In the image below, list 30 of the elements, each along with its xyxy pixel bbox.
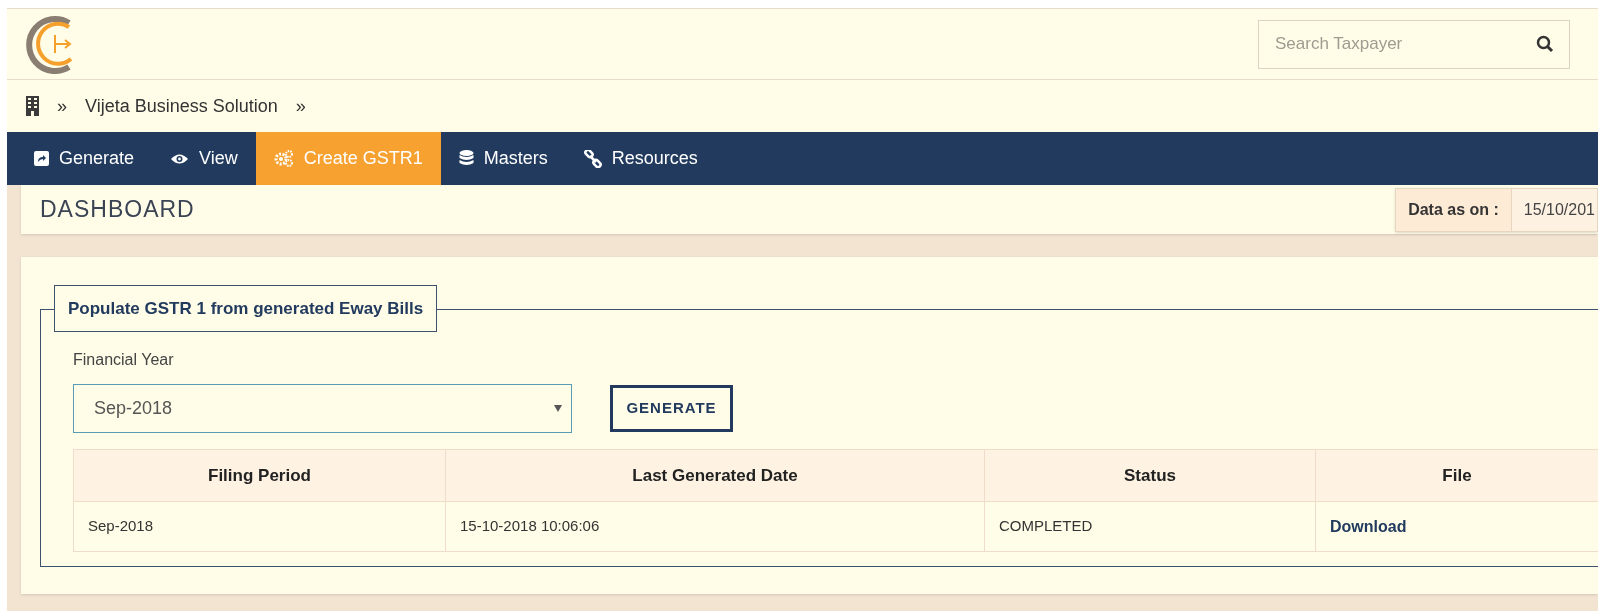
section-legend: Populate GSTR 1 from generated Eway Bills	[54, 285, 438, 332]
column-header: File	[1315, 449, 1598, 502]
data-as-on-label: Data as on :	[1407, 199, 1500, 220]
download-link[interactable]: Download	[1330, 517, 1407, 535]
breadcrumb-separator: »	[57, 94, 67, 118]
link-icon[interactable]	[583, 149, 602, 168]
nav-tab[interactable]: Resources	[565, 132, 716, 185]
column-header: Filing Period	[73, 449, 446, 502]
eye-icon[interactable]	[170, 152, 190, 165]
search-icon[interactable]	[1536, 34, 1554, 53]
field-label: Financial Year	[73, 350, 175, 370]
nav-tab[interactable]: View	[152, 132, 256, 185]
nav-tab[interactable]: Generate	[16, 132, 153, 185]
table-cell: COMPLETED	[984, 501, 1316, 552]
breadcrumb-separator: »	[295, 94, 306, 118]
data-as-on-value: 15/10/201	[1510, 188, 1597, 231]
database-icon[interactable]	[458, 149, 474, 168]
column-header: Status	[984, 449, 1316, 502]
building-icon[interactable]	[26, 96, 39, 116]
share-icon[interactable]	[34, 151, 49, 166]
search-field[interactable]: Search Taxpayer	[1258, 19, 1570, 69]
page-title: DASHBOARD	[40, 195, 195, 225]
breadcrumb-link[interactable]: Vijeta Business Solution	[85, 92, 278, 120]
table-cell: 15-10-2018 10:06:06	[445, 501, 985, 552]
nav-tab[interactable]: Masters	[440, 132, 566, 185]
column-header: Last Generated Date	[445, 449, 985, 502]
financial-year-select[interactable]: Sep-2018	[73, 384, 572, 433]
dropdown-icon[interactable]	[554, 405, 562, 412]
table-cell: Sep-2018	[73, 501, 446, 552]
generate-button[interactable]: GENERATE	[610, 385, 733, 432]
